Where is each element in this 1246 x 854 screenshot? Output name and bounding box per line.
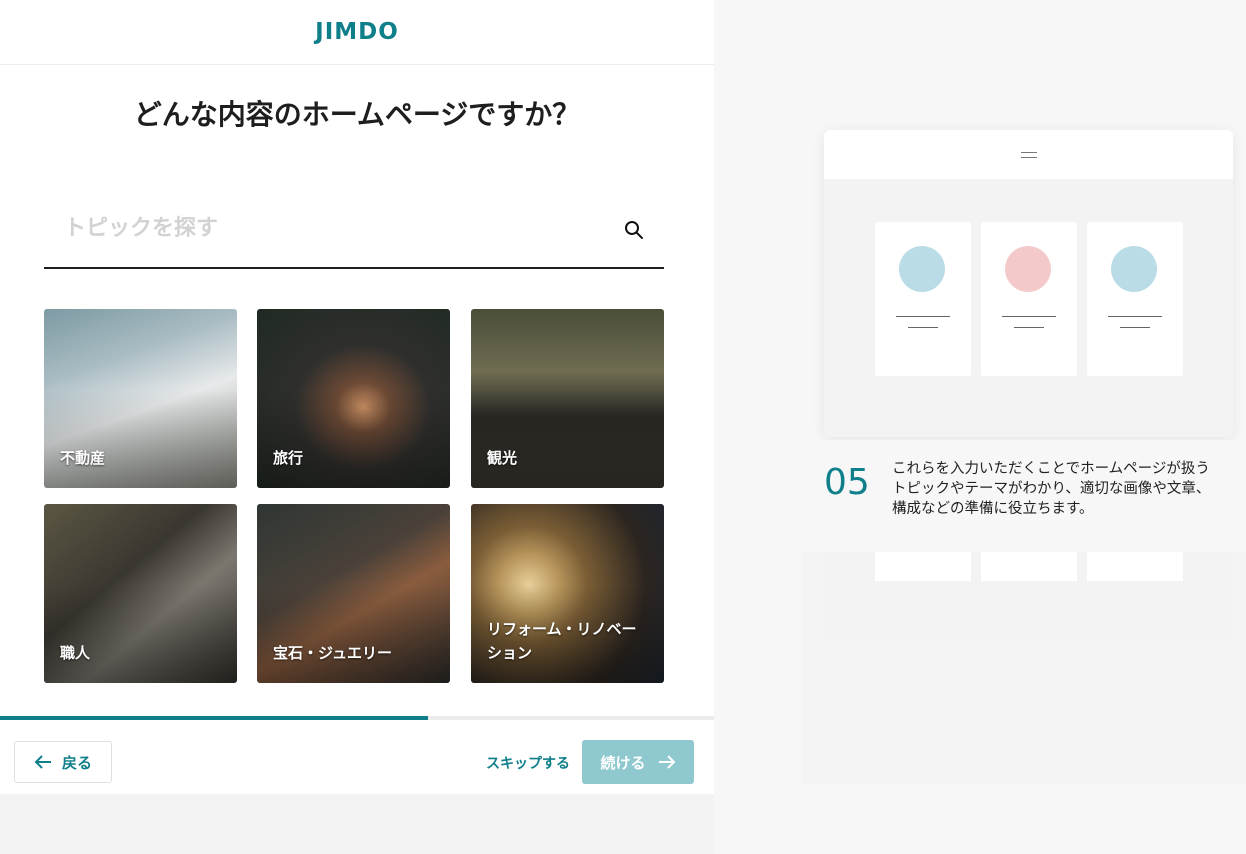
back-button-label: 戻る <box>61 753 92 772</box>
topic-label: 宝石・ジュエリー <box>273 644 392 662</box>
topic-tile-real-estate[interactable]: 不動産 <box>44 309 237 488</box>
progress-bar <box>0 716 714 720</box>
skip-link[interactable]: スキップする <box>486 753 570 773</box>
step-number: 05 <box>824 462 870 503</box>
mockup-card <box>981 222 1077 376</box>
continue-button-label: 続ける <box>600 753 646 772</box>
cactus-icon <box>1005 246 1051 292</box>
plant-icon <box>1111 246 1157 292</box>
website-preview-mockup <box>824 130 1233 437</box>
step-description: これらを入力いただくことでホームページが扱うトピックやテーマがわかり、適切な画像… <box>892 461 1211 517</box>
step-info: 05 これらを入力いただくことでホームページが扱うトピックやテーマがわかり、適切… <box>802 440 1246 552</box>
search-icon[interactable] <box>624 220 644 240</box>
mockup-lower <box>824 552 1233 637</box>
topic-tile-travel[interactable]: 旅行 <box>257 309 450 488</box>
left-panel: JIMDO どんな内容のホームページですか？ 不動産 旅行 観光 職人 宝石・ジ… <box>0 0 714 794</box>
progress-fill <box>0 716 429 720</box>
topic-tile-tourism[interactable]: 観光 <box>471 309 664 488</box>
mockup-card <box>875 222 971 376</box>
arrow-right-icon <box>658 755 675 769</box>
page-title: どんな内容のホームページですか？ <box>133 98 581 131</box>
plant-icon <box>899 246 945 292</box>
preview-panel: 05 これらを入力いただくことでホームページが扱うトピックやテーマがわかり、適切… <box>714 0 1246 854</box>
topic-tile-renovation[interactable]: リフォーム・リノベーション <box>471 504 664 683</box>
topic-label: 観光 <box>487 449 518 467</box>
jimdo-logo[interactable]: JIMDO <box>315 19 399 45</box>
header: JIMDO <box>0 0 714 65</box>
continue-button[interactable]: 続ける <box>582 740 694 784</box>
search-bar <box>44 205 664 269</box>
mockup-card <box>1087 222 1183 376</box>
topic-label: リフォーム・リノベーション <box>487 620 637 662</box>
mockup-header <box>824 130 1233 179</box>
topic-tile-jewelry[interactable]: 宝石・ジュエリー <box>257 504 450 683</box>
topic-tile-craftsman[interactable]: 職人 <box>44 504 237 683</box>
topic-label: 旅行 <box>273 449 304 467</box>
back-button[interactable]: 戻る <box>14 741 112 783</box>
menu-icon <box>1020 151 1037 158</box>
topic-label: 不動産 <box>60 449 106 467</box>
search-input[interactable] <box>44 205 614 251</box>
topic-label: 職人 <box>60 644 91 662</box>
arrow-left-icon <box>34 755 51 769</box>
